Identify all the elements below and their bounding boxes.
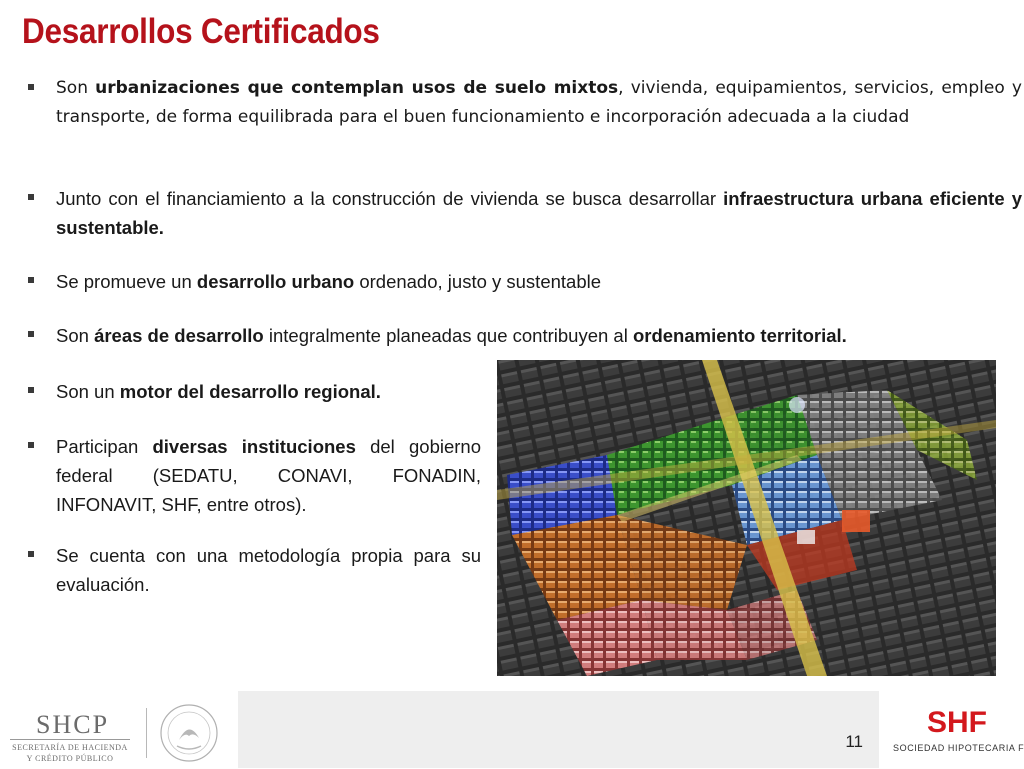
bullet-text: Son áreas de desarrollo integralmente pl… (56, 321, 1022, 350)
bullet-emphasis: áreas de desarrollo (94, 325, 264, 346)
urban-development-rendering (497, 360, 996, 676)
shcp-logo: SHCP SECRETARÍA DE HACIENDA Y CRÉDITO PÚ… (10, 710, 130, 764)
bullet-square-icon (28, 331, 34, 337)
bullet-square-icon (28, 387, 34, 393)
mexico-seal-icon (157, 702, 221, 764)
shcp-logo-rule (10, 739, 130, 740)
bullet-square-icon (28, 194, 34, 200)
logo-divider (146, 708, 147, 758)
bullet-text: Se cuenta con una metodología propia par… (56, 541, 481, 599)
footer-band: 11 (238, 691, 879, 768)
bullet-emphasis: ordenamiento territorial. (632, 325, 847, 346)
bullet-emphasis: motor del desarrollo regional. (119, 381, 381, 402)
shcp-logo-line1: SECRETARÍA DE HACIENDA (12, 743, 128, 752)
bullet-text: Se promueve un desarrollo urbano ordenad… (56, 267, 1022, 296)
bullet-segment: Son (56, 78, 96, 98)
bullet-segment: Son un (56, 381, 120, 402)
bullet-square-icon (28, 84, 34, 90)
bullet-segment: Junto con el financiamiento a la constru… (56, 188, 724, 209)
bullet-square-icon (28, 551, 34, 557)
bullet-segment: integralmente planeadas que contribuyen … (263, 325, 633, 346)
bullet-segment: Se promueve un (56, 271, 197, 292)
bullet-segment: ordenado, justo y sustentable (354, 271, 602, 292)
bullet-text: Son urbanizaciones que contemplan usos d… (56, 74, 1022, 132)
bullet-emphasis: urbanizaciones que contemplan usos de su… (95, 78, 619, 98)
bullet-text: Participan diversas instituciones del go… (56, 432, 481, 519)
bullet-square-icon (28, 442, 34, 448)
bullet-text: Son un motor del desarrollo regional. (56, 377, 481, 406)
page-title: Desarrollos Certificados (22, 12, 380, 51)
bullet-text: Junto con el financiamiento a la constru… (56, 184, 1022, 242)
shcp-logo-name: SHCP (36, 710, 110, 739)
shcp-logo-line2: Y CRÉDITO PÚBLICO (26, 754, 114, 763)
shf-logo-name: SOCIEDAD HIPOTECARIA FEDERAL (893, 743, 1024, 753)
bullet-emphasis: diversas instituciones (152, 436, 356, 457)
shf-logo-mark: SHF (927, 706, 987, 739)
bullet-segment: Participan (56, 436, 153, 457)
bullet-square-icon (28, 277, 34, 283)
shf-logo-icon: SHF (924, 703, 990, 739)
bullet-emphasis: desarrollo urbano (196, 271, 355, 292)
bullet-segment: Son (56, 325, 95, 346)
bullet-segment: Se cuenta con una metodología propia par… (56, 545, 481, 595)
page-number: 11 (845, 732, 863, 751)
